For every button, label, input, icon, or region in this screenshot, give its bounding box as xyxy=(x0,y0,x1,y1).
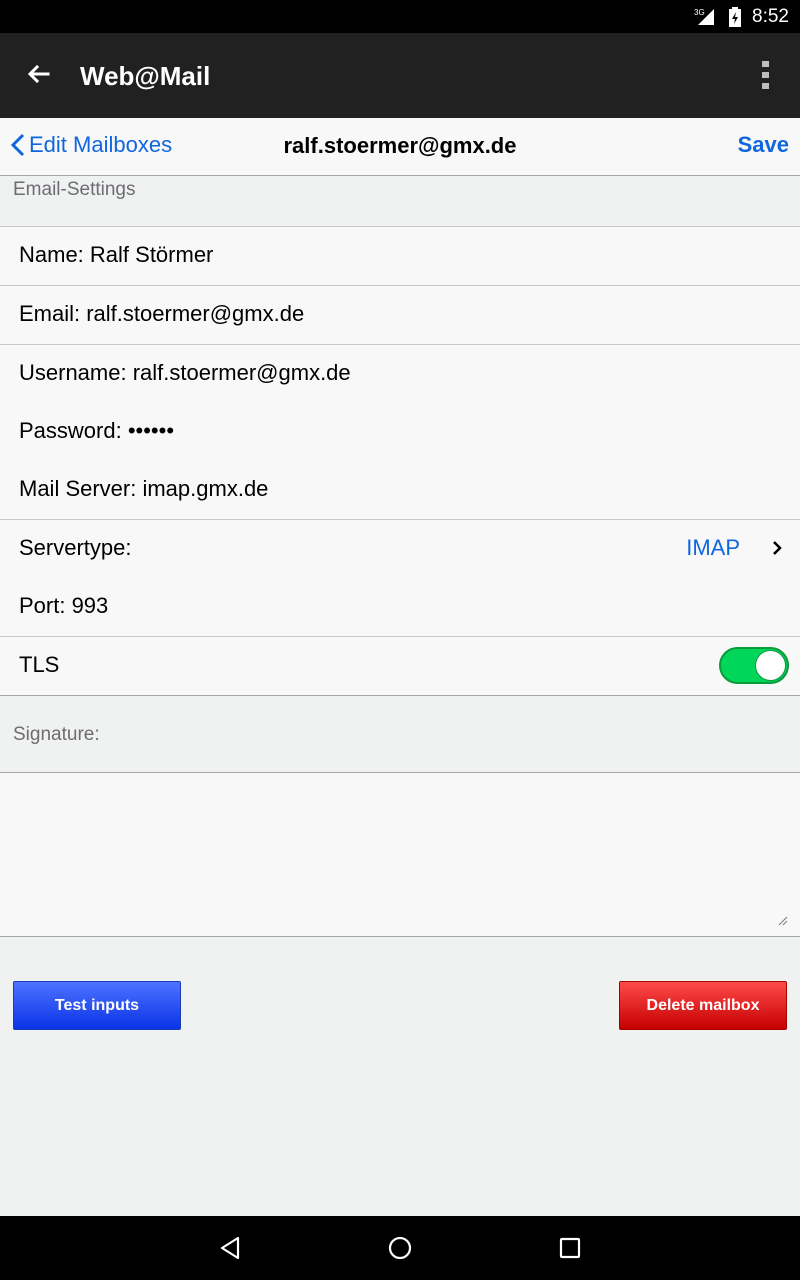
mail-server-field: Mail Server: imap.gmx.de xyxy=(19,476,269,501)
nav-home-icon[interactable] xyxy=(388,1236,412,1260)
section-header-label: Email-Settings xyxy=(13,179,136,200)
email-field: Email: ralf.stoermer@gmx.de xyxy=(19,301,305,326)
username-field: Username: ralf.stoermer@gmx.de xyxy=(19,360,351,385)
chevron-left-icon xyxy=(10,133,25,157)
system-navigation-bar xyxy=(0,1216,800,1280)
nav-back-icon[interactable] xyxy=(218,1236,242,1260)
email-row[interactable]: Email: ralf.stoermer@gmx.de xyxy=(0,286,800,345)
save-button[interactable]: Save xyxy=(738,132,789,158)
status-bar: 3G 8:52 xyxy=(0,0,800,33)
section-header-email-settings: Email-Settings xyxy=(0,177,800,227)
tls-toggle[interactable] xyxy=(719,647,789,684)
port-row[interactable]: Port: 993 xyxy=(0,578,800,637)
chevron-right-icon xyxy=(773,541,782,555)
test-inputs-button[interactable]: Test inputs xyxy=(13,981,181,1030)
signature-textarea[interactable] xyxy=(0,772,800,937)
edit-mailboxes-back-link[interactable]: Edit Mailboxes xyxy=(10,132,172,158)
mail-server-row[interactable]: Mail Server: imap.gmx.de xyxy=(0,461,800,520)
servertype-value: IMAP xyxy=(686,535,740,560)
app-bar: Web@Mail xyxy=(0,33,800,118)
username-row[interactable]: Username: ralf.stoermer@gmx.de xyxy=(0,345,800,404)
toggle-knob xyxy=(755,650,786,681)
overflow-menu-icon[interactable] xyxy=(754,59,778,91)
password-field: Password: •••••• xyxy=(19,418,175,443)
servertype-label: Servertype: xyxy=(19,535,132,560)
delete-mailbox-button[interactable]: Delete mailbox xyxy=(619,981,787,1030)
signature-label: Signature: xyxy=(13,724,100,745)
tls-label: TLS xyxy=(19,652,60,677)
app-title: Web@Mail xyxy=(80,61,211,91)
svg-text:3G: 3G xyxy=(694,8,705,17)
signal-3g-icon: 3G xyxy=(694,8,714,25)
name-row[interactable]: Name: Ralf Störmer xyxy=(0,227,800,286)
nav-recents-icon[interactable] xyxy=(559,1236,581,1260)
navigation-bar: ralf.stoermer@gmx.de Edit Mailboxes Save xyxy=(0,118,800,176)
name-field: Name: Ralf Störmer xyxy=(19,242,214,267)
back-link-label: Edit Mailboxes xyxy=(29,132,173,157)
status-time: 8:52 xyxy=(752,6,789,27)
resize-grip-icon[interactable] xyxy=(778,916,788,926)
port-field: Port: 993 xyxy=(19,593,109,618)
servertype-row[interactable]: Servertype: IMAP xyxy=(0,520,800,579)
battery-icon xyxy=(729,7,741,27)
section-header-signature: Signature: xyxy=(0,696,800,772)
password-row[interactable]: Password: •••••• xyxy=(0,403,800,462)
tls-row: TLS xyxy=(0,637,800,696)
back-arrow-icon[interactable] xyxy=(22,59,54,91)
